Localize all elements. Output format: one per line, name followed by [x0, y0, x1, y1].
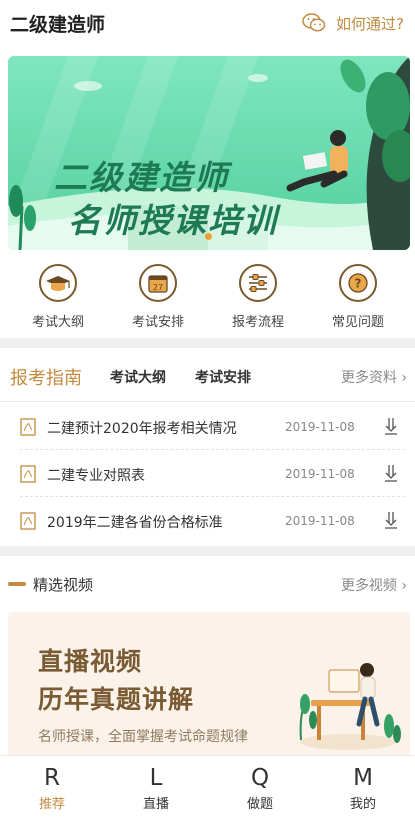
videos-header: 精选视频 更多视频 ›: [0, 560, 415, 606]
question-icon: ?: [339, 264, 377, 302]
carousel-indicator: [205, 233, 212, 240]
section-divider: [0, 338, 415, 348]
app-page: 二级建造师 如何通过? 二级建造师 名师授课培训 考试大纲 27 考试安排 报考…: [0, 0, 415, 821]
doc-date: 2019-11-08: [285, 420, 355, 434]
section-divider: [0, 546, 415, 556]
more-videos-link[interactable]: 更多视频 ›: [341, 575, 407, 595]
quick-nav-label: 报考流程: [231, 315, 284, 330]
practice-icon: Q: [250, 765, 270, 791]
tab-exam-schedule[interactable]: 考试安排: [195, 367, 251, 387]
pdf-file-icon: [20, 465, 36, 483]
download-icon[interactable]: [383, 510, 399, 530]
banner-title-line1: 二级建造师: [54, 158, 229, 197]
bottom-nav-label: 直播: [142, 797, 169, 812]
bottom-nav: R 推荐 L 直播 Q 做题 M 我的: [0, 755, 415, 821]
doc-date: 2019-11-08: [285, 514, 355, 528]
video-banner-title-line1: 直播视频: [38, 647, 143, 676]
app-header: 二级建造师 如何通过?: [0, 0, 415, 48]
tab-exam-outline[interactable]: 考试大纲: [110, 367, 166, 387]
quick-nav-label: 考试大纲: [31, 315, 84, 330]
doc-name: 二建专业对照表: [47, 468, 145, 484]
live-icon: L: [149, 765, 163, 791]
svg-text:27: 27: [153, 283, 163, 292]
doc-date: 2019-11-08: [285, 467, 355, 481]
promo-banner[interactable]: 二级建造师 名师授课培训: [8, 56, 410, 250]
banner-title-line2: 名师授课培训: [68, 201, 278, 240]
doc-name: 2019年二建各省份合格标准: [47, 515, 223, 531]
how-to-pass-link[interactable]: 如何通过?: [336, 13, 404, 34]
doc-name: 二建预计2020年报考相关情况: [47, 421, 237, 437]
page-title: 二级建造师: [10, 14, 106, 36]
section-marker: [8, 582, 26, 586]
bottom-nav-label: 推荐: [38, 797, 65, 812]
doc-list-item[interactable]: 2019年二建各省份合格标准 2019-11-08: [20, 498, 405, 544]
tab-application-guide[interactable]: 报考指南: [10, 364, 82, 390]
bottom-nav-label: 做题: [246, 797, 273, 812]
quick-nav-application-process[interactable]: 报考流程: [208, 260, 308, 330]
video-banner-subtitle: 名师授课，全面掌握考试命题规律: [38, 729, 248, 745]
quick-nav-label: 常见问题: [331, 315, 384, 330]
wechat-icon[interactable]: [302, 12, 326, 34]
profile-icon: M: [353, 765, 373, 791]
video-banner-title-line2: 历年真题讲解: [38, 685, 195, 714]
calendar-icon: 27: [139, 264, 177, 302]
download-icon[interactable]: [383, 463, 399, 483]
video-banner[interactable]: 直播视频 历年真题讲解 名师授课，全面掌握考试命题规律: [8, 612, 410, 760]
recommend-icon: R: [44, 765, 60, 791]
flow-steps-icon: [239, 264, 277, 302]
svg-text:?: ?: [355, 277, 362, 291]
bottom-nav-mine[interactable]: M 我的: [311, 764, 415, 812]
video-banner-illustration: [299, 663, 401, 750]
pdf-file-icon: [20, 418, 36, 436]
download-icon[interactable]: [383, 416, 399, 436]
doc-list-item[interactable]: 二建专业对照表 2019-11-08: [20, 451, 405, 497]
quick-nav-exam-schedule[interactable]: 27 考试安排: [108, 260, 208, 330]
doc-list-item[interactable]: 二建预计2020年报考相关情况 2019-11-08: [20, 404, 405, 450]
videos-title: 精选视频: [33, 576, 94, 594]
graduation-cap-icon: [39, 264, 77, 302]
quick-nav: 考试大纲 27 考试安排 报考流程 ? 常见问题: [0, 260, 415, 336]
more-materials-link[interactable]: 更多资料 ›: [341, 367, 407, 387]
guide-tabs: 报考指南 考试大纲 考试安排 更多资料 ›: [0, 350, 415, 402]
bottom-nav-live[interactable]: L 直播: [104, 764, 208, 812]
quick-nav-exam-outline[interactable]: 考试大纲: [8, 260, 108, 330]
bottom-nav-recommend[interactable]: R 推荐: [0, 764, 104, 812]
bottom-nav-practice[interactable]: Q 做题: [208, 764, 312, 812]
pdf-file-icon: [20, 512, 36, 530]
bottom-nav-label: 我的: [349, 797, 376, 812]
quick-nav-faq[interactable]: ? 常见问题: [308, 260, 408, 330]
quick-nav-label: 考试安排: [131, 315, 184, 330]
